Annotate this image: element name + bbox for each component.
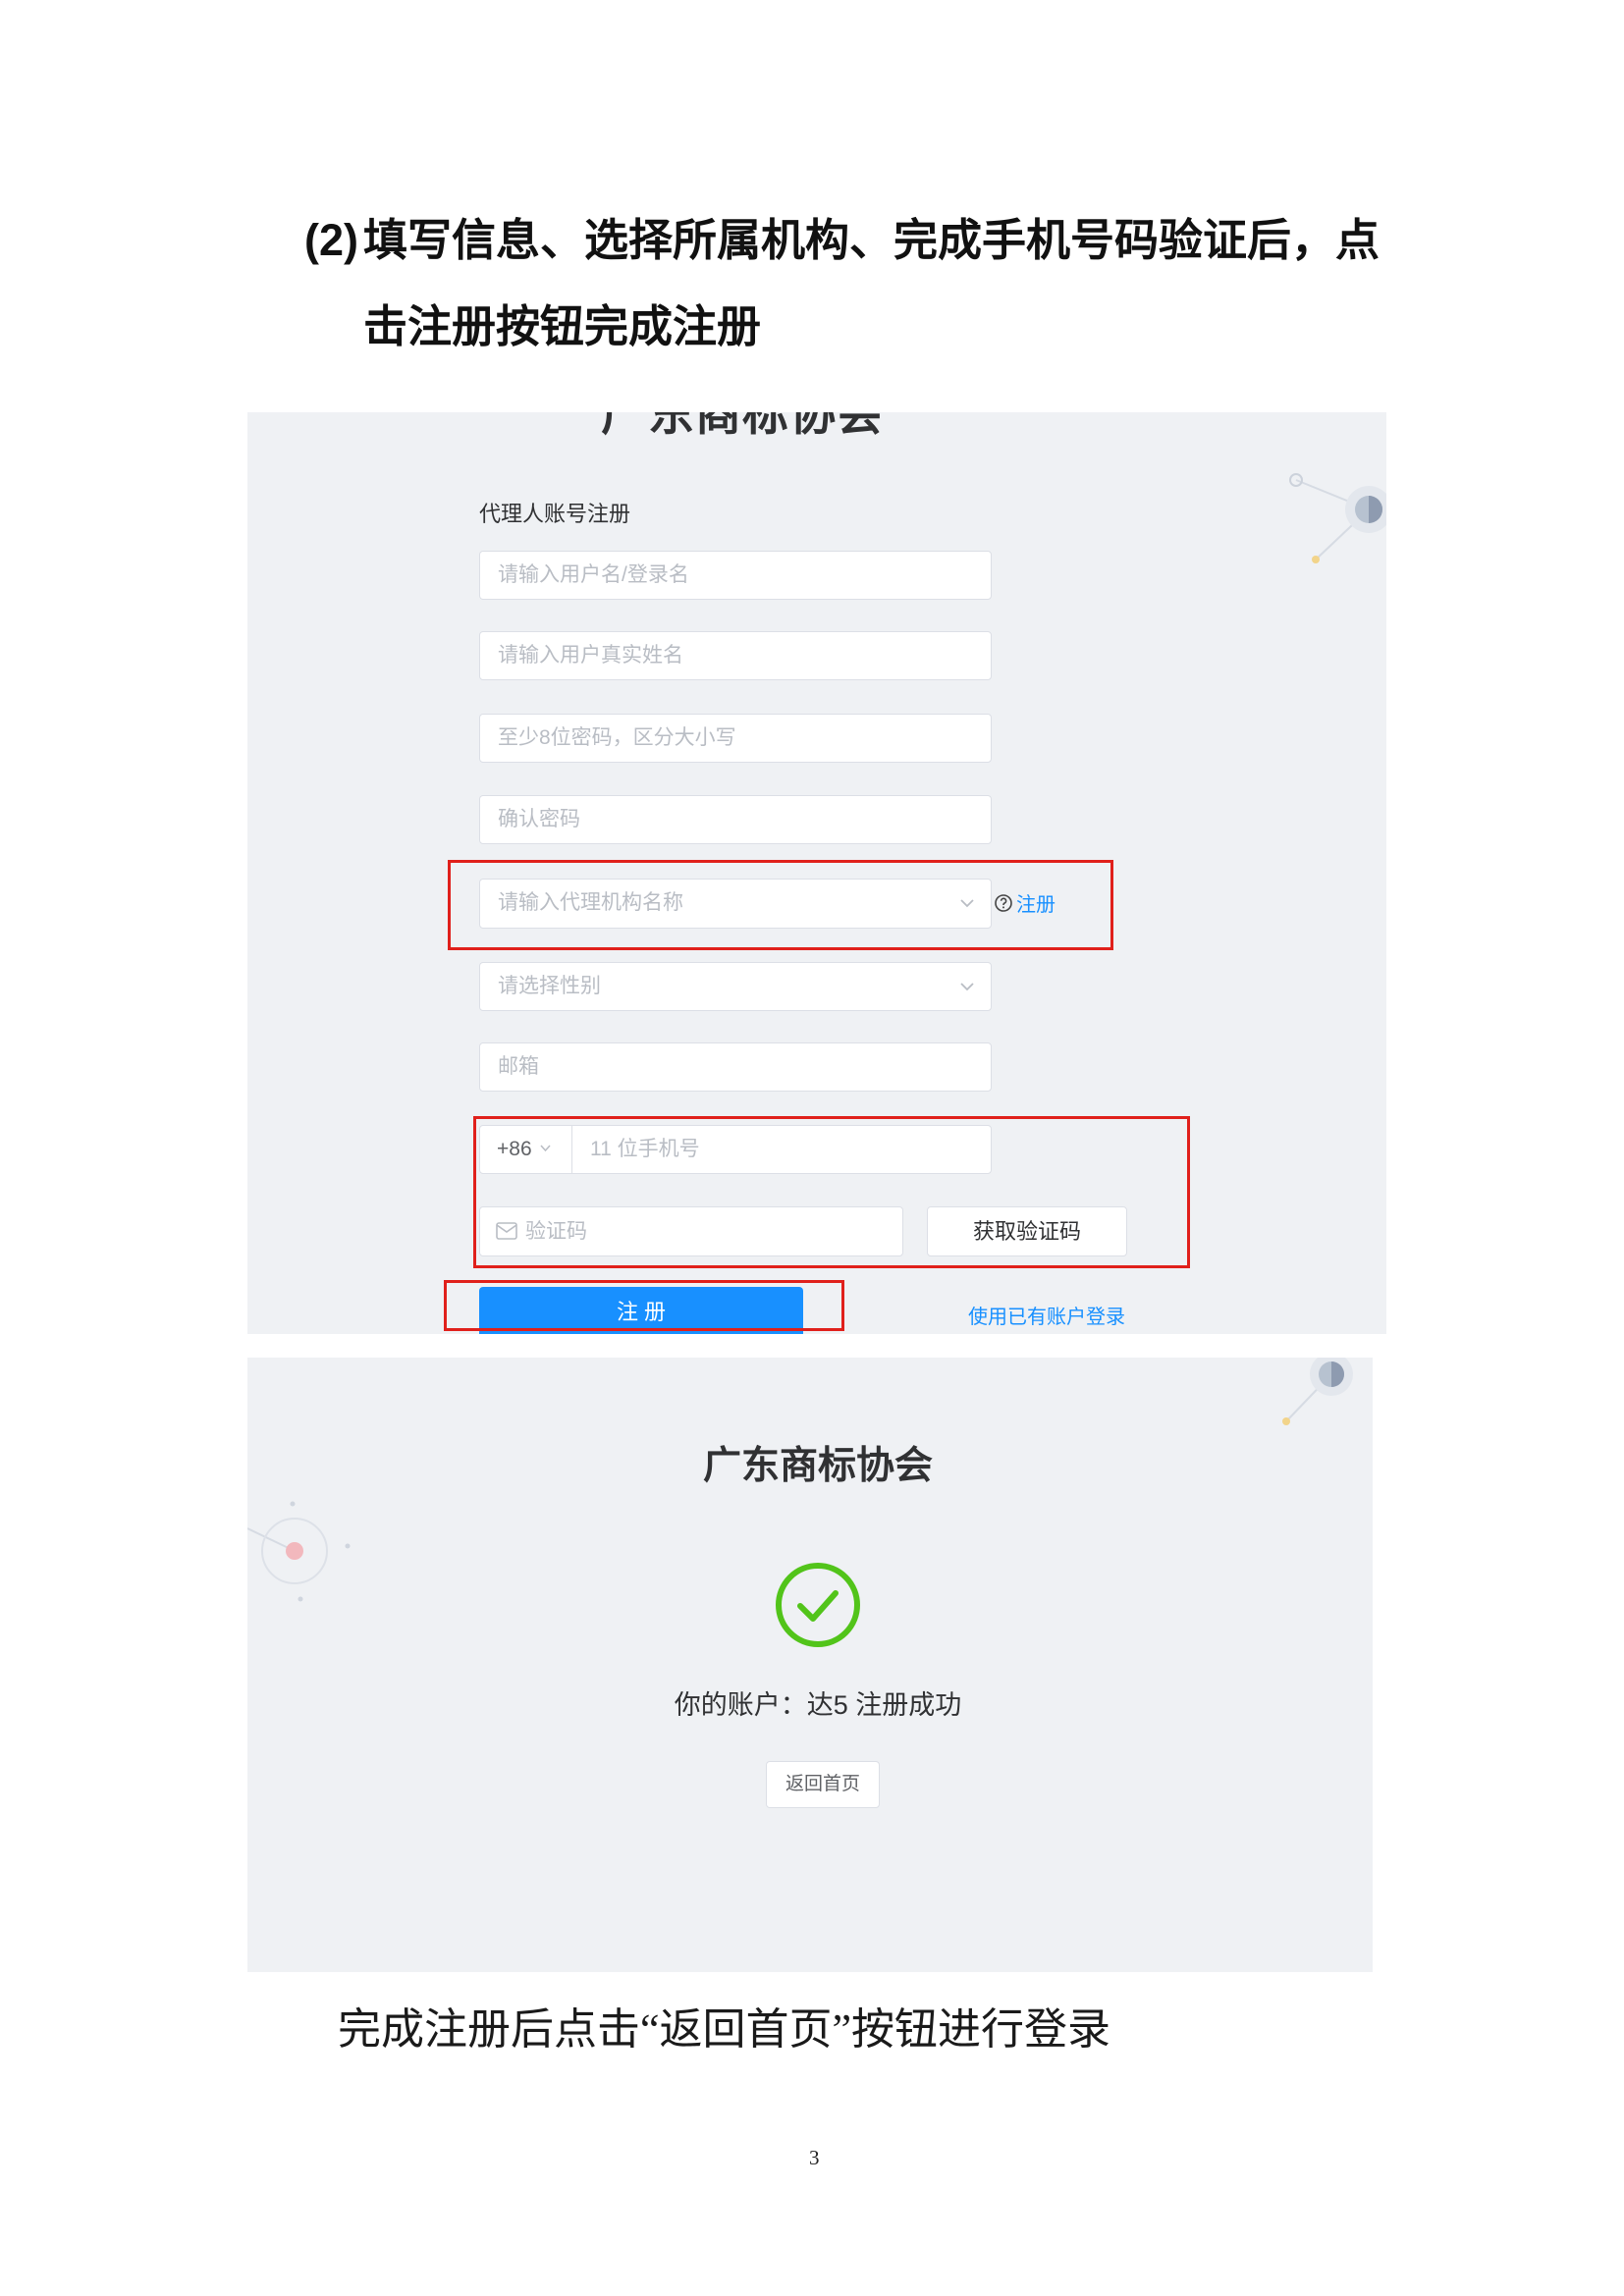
realname-input[interactable] [480, 632, 991, 679]
section-number: (2) [304, 215, 358, 265]
section-heading-line2: 击注册按钮完成注册 [363, 301, 762, 351]
gender-select[interactable]: 请选择性别 [479, 962, 992, 1011]
success-message: 你的账户：达5 注册成功 [674, 1690, 962, 1720]
return-home-button[interactable]: 返回首页 [766, 1761, 880, 1808]
highlight-box-agency [448, 860, 1113, 950]
confirm-password-input[interactable] [480, 796, 991, 843]
highlight-box-phone-verification [473, 1116, 1190, 1268]
chevron-down-icon [960, 983, 974, 991]
highlight-box-register-button [444, 1280, 844, 1331]
email-input[interactable] [480, 1043, 991, 1091]
login-link[interactable]: 使用已有账户登录 [968, 1301, 1125, 1329]
confirm-password-field[interactable] [479, 795, 992, 844]
gender-select-placeholder: 请选择性别 [498, 975, 601, 997]
decoration-graphic [1289, 473, 1386, 563]
app-title: 广东商标协会 [601, 412, 884, 440]
realname-field[interactable] [479, 631, 992, 680]
app-title: 广东商标协会 [702, 1445, 933, 1487]
register-screenshot: 广东商标协会 代理人账号注册 请输入代理机构名称 注册 请选择性别 +86 [247, 412, 1386, 1334]
password-field[interactable] [479, 714, 992, 763]
check-circle-icon [776, 1563, 860, 1647]
form-title: 代理人账号注册 [479, 502, 631, 526]
section-heading-text: 填写信息、选择所属机构、完成手机号码验证后，点 [363, 215, 1380, 265]
page-number: 3 [809, 2146, 820, 2169]
username-field[interactable] [479, 551, 992, 600]
decoration-graphic [1282, 1358, 1353, 1425]
caption: 完成注册后点击“返回首页”按钮进行登录 [338, 2005, 1111, 2054]
section-heading-line1: (2) 填写信息、选择所属机构、完成手机号码验证后，点 [304, 211, 1380, 270]
success-screenshot: 广东商标协会 你的账户：达5 注册成功 返回首页 [247, 1358, 1373, 1972]
username-input[interactable] [480, 552, 991, 599]
password-input[interactable] [480, 715, 991, 762]
email-field[interactable] [479, 1042, 992, 1092]
decoration-graphic [247, 1501, 351, 1602]
